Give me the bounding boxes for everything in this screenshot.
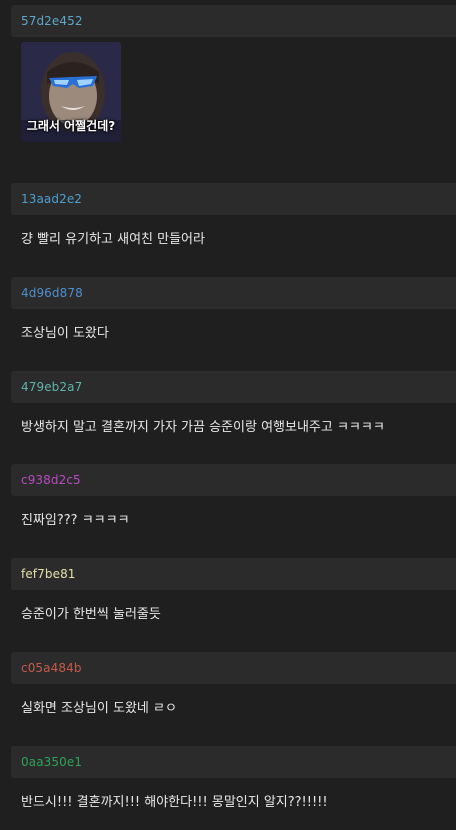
user-id[interactable]: c05a484b xyxy=(21,661,82,675)
comment-item: c05a484b 실화면 조상님이 도왔네 ㄹㅇ xyxy=(11,652,456,716)
comment-item: 13aad2e2 걍 빨리 유기하고 새여친 만들어라 xyxy=(11,183,456,247)
user-id[interactable]: 57d2e452 xyxy=(21,14,83,28)
comment-header: c05a484b xyxy=(11,652,456,684)
comment-feed: 57d2e452 그래서 어쩔건데? 13aad2e2 걍 빨리 유기하고 새여… xyxy=(0,0,456,830)
comment-header: 479eb2a7 xyxy=(11,371,456,403)
comment-header: 57d2e452 xyxy=(11,5,456,37)
comment-header: 13aad2e2 xyxy=(11,183,456,215)
user-id[interactable]: fef7be81 xyxy=(21,567,76,581)
user-id[interactable]: 4d96d878 xyxy=(21,286,83,300)
comment-item: 479eb2a7 방생하지 말고 결혼까지 가자 가끔 승준이랑 여행보내주고 … xyxy=(11,371,456,435)
meme-image[interactable]: 그래서 어쩔건데? xyxy=(21,42,121,142)
comment-item: fef7be81 승준이가 한번씩 눌러줄듯 xyxy=(11,558,456,622)
comment-header: 4d96d878 xyxy=(11,277,456,309)
user-id[interactable]: 0aa350e1 xyxy=(21,755,82,769)
comment-text: 조상님이 도왔다 xyxy=(21,326,109,341)
comment-text: 걍 빨리 유기하고 새여친 만들어라 xyxy=(21,232,205,247)
user-id[interactable]: 479eb2a7 xyxy=(21,380,82,394)
comment-item: 57d2e452 그래서 어쩔건데? xyxy=(11,5,456,142)
comment-text: 실화면 조상님이 도왔네 ㄹㅇ xyxy=(21,701,177,716)
comment-item: 4d96d878 조상님이 도왔다 xyxy=(11,277,456,341)
comment-header: fef7be81 xyxy=(11,558,456,590)
user-id[interactable]: c938d2c5 xyxy=(21,473,81,487)
user-id[interactable]: 13aad2e2 xyxy=(21,192,82,206)
comment-text: 승준이가 한번씩 눌러줄듯 xyxy=(21,607,161,622)
comment-item: 0aa350e1 반드시!!! 결혼까지!!! 해야한다!!! 몽말인지 알지?… xyxy=(11,746,456,810)
comment-text: 진짜임??? ㅋㅋㅋㅋ xyxy=(21,513,130,528)
image-caption: 그래서 어쩔건데? xyxy=(26,119,116,133)
comment-item: c938d2c5 진짜임??? ㅋㅋㅋㅋ xyxy=(11,464,456,528)
comment-header: 0aa350e1 xyxy=(11,746,456,778)
comment-text: 반드시!!! 결혼까지!!! 해야한다!!! 몽말인지 알지??!!!!! xyxy=(21,795,328,810)
comment-text: 방생하지 말고 결혼까지 가자 가끔 승준이랑 여행보내주고 ㅋㅋㅋㅋ xyxy=(21,420,385,435)
comment-header: c938d2c5 xyxy=(11,464,456,496)
